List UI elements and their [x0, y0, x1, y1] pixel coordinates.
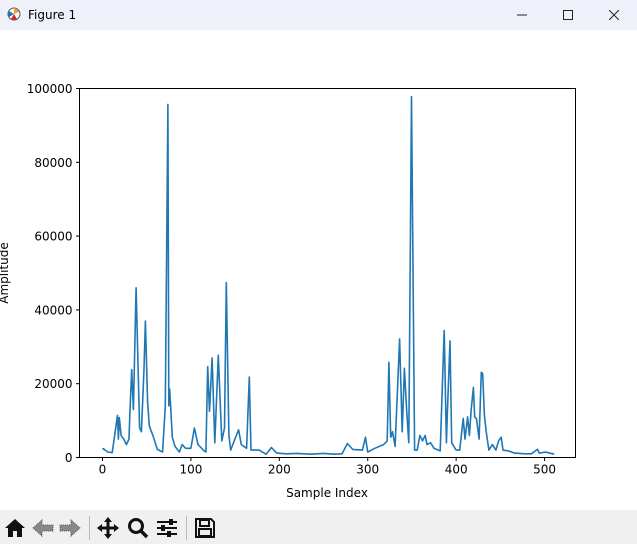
x-axis-label: Sample Index	[286, 486, 368, 500]
maximize-icon	[563, 10, 573, 20]
title-bar: Figure 1	[0, 0, 637, 30]
floppy-disk-icon	[195, 518, 215, 538]
y-tick-label: 60000	[34, 230, 72, 244]
figure-canvas[interactable]: 0 100 200 300 400 500 0 20000 40000 60000 80000 10…	[0, 30, 637, 510]
y-tick-label: 20000	[34, 377, 72, 391]
close-button[interactable]	[591, 0, 637, 30]
window-title: Figure 1	[28, 8, 77, 22]
matplotlib-logo-icon	[7, 7, 21, 21]
x-tick-label: 500	[533, 463, 556, 477]
forward-button[interactable]	[58, 516, 82, 540]
series-line-signal	[101, 95, 555, 456]
y-tick-label: 100000	[27, 82, 73, 96]
back-arrow-icon	[32, 518, 54, 538]
y-tick-label: 0	[65, 451, 73, 465]
x-tick-label: 400	[445, 463, 468, 477]
sliders-icon	[157, 519, 177, 537]
toolbar-separator	[186, 516, 187, 540]
pan-button[interactable]	[96, 516, 120, 540]
forward-arrow-icon	[59, 518, 81, 538]
line-chart: 0 100 200 300 400 500 0 20000 40000 60000 80000 10…	[0, 82, 576, 500]
toolbar-separator	[89, 516, 90, 540]
maximize-button[interactable]	[545, 0, 591, 30]
configure-subplots-button[interactable]	[155, 516, 179, 540]
minimize-icon	[517, 14, 527, 16]
y-axis-label: Amplitude	[0, 242, 11, 304]
close-icon	[609, 10, 619, 20]
axes-frame	[79, 88, 576, 458]
x-tick-label: 0	[99, 463, 107, 477]
x-tick-label: 300	[356, 463, 379, 477]
home-icon	[5, 519, 25, 537]
back-button[interactable]	[31, 516, 55, 540]
move-arrows-icon	[97, 517, 119, 539]
x-tick-label: 100	[179, 463, 202, 477]
navigation-toolbar	[0, 510, 637, 544]
home-button[interactable]	[3, 516, 27, 540]
magnifier-icon	[128, 518, 149, 539]
y-tick-label: 40000	[34, 303, 72, 317]
zoom-button[interactable]	[126, 516, 150, 540]
x-tick-label: 200	[268, 463, 291, 477]
save-button[interactable]	[193, 516, 217, 540]
minimize-button[interactable]	[499, 0, 545, 30]
y-tick-label: 80000	[34, 156, 72, 170]
